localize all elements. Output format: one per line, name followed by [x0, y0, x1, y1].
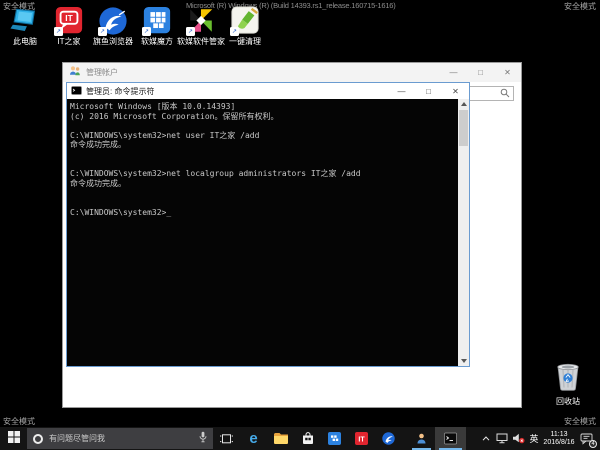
start-button[interactable]	[0, 427, 27, 450]
qiyu-browser-taskbar-button[interactable]	[375, 427, 402, 450]
search-placeholder-text: 有问题尽管问我	[49, 433, 199, 444]
console-titlebar[interactable]: 管理员: 命令提示符 — □ ✕	[67, 83, 469, 99]
desktop-icon-label: IT之家	[57, 37, 80, 46]
console-output-text: Microsoft Windows [版本 10.0.14393] (c) 20…	[70, 102, 456, 366]
ruanmei-manager-icon: ↗	[186, 6, 216, 36]
scroll-down-icon[interactable]	[458, 356, 469, 366]
desktop-icon-label: 旗鱼浏览器	[93, 37, 133, 46]
ruanmei-mofang-taskbar-button[interactable]	[321, 427, 348, 450]
shortcut-arrow-icon: ↗	[142, 27, 151, 36]
network-icon[interactable]	[493, 427, 510, 450]
console-scrollbar[interactable]	[458, 99, 469, 366]
safe-mode-label-bottom-left: 安全模式	[3, 416, 35, 427]
ithome-taskbar-button[interactable]: IT	[348, 427, 375, 450]
user-accounts-icon	[69, 64, 81, 82]
accounts-minimize-button[interactable]: —	[440, 63, 467, 82]
desktop-icon-label: 软媒软件管家	[177, 37, 225, 46]
cortana-icon	[33, 434, 43, 444]
store-button[interactable]	[294, 427, 321, 450]
command-prompt-taskbar-button[interactable]	[435, 427, 466, 450]
console-minimize-button[interactable]: —	[388, 83, 415, 99]
desktop-icon-ithome[interactable]: IT ↗ IT之家	[47, 6, 91, 46]
console-close-button[interactable]: ✕	[442, 83, 469, 99]
shortcut-arrow-icon: ↗	[230, 27, 239, 36]
desktop-icon-ruanmei-mofang[interactable]: ↗ 软媒魔方	[135, 6, 179, 46]
notification-count-badge: 4	[589, 440, 597, 448]
shortcut-arrow-icon: ↗	[54, 27, 63, 36]
edge-icon: e	[249, 431, 257, 446]
accounts-maximize-button[interactable]: □	[467, 63, 494, 82]
clock-date: 2016/8/16	[543, 439, 574, 447]
svg-text:IT: IT	[65, 13, 73, 23]
desktop-icon-ruanmei-manager[interactable]: ↗ 软媒软件管家	[179, 6, 223, 46]
accounts-window-taskbar-button[interactable]	[408, 427, 435, 450]
file-explorer-button[interactable]	[267, 427, 294, 450]
recycle-bin-icon	[555, 361, 581, 396]
console-output-area: Microsoft Windows [版本 10.0.14393] (c) 20…	[67, 99, 469, 366]
desktop-icon-this-pc[interactable]: 此电脑	[3, 6, 47, 46]
recycle-bin-label: 回收站	[556, 397, 580, 406]
desktop-icon-label: 一键清理	[229, 37, 261, 46]
ruanmei-mofang-icon: ↗	[142, 6, 172, 36]
desktop-icon-recycle-bin[interactable]: 回收站	[545, 361, 591, 406]
taskbar: 有问题尽管问我 e	[0, 427, 600, 450]
desktop-icon-qiyu-browser[interactable]: ↗ 旗鱼浏览器	[91, 6, 135, 46]
scroll-up-icon[interactable]	[458, 99, 469, 109]
safe-mode-label-top-right: 安全模式	[564, 1, 596, 12]
desktop-icon-row: 此电脑 IT ↗ IT之家 ↗	[3, 6, 267, 46]
edge-browser-button[interactable]: e	[240, 427, 267, 450]
desktop-icon-one-key-clean[interactable]: ↗ 一键清理	[223, 6, 267, 46]
cortana-search-box[interactable]: 有问题尽管问我	[27, 428, 213, 449]
tray-overflow-chevron[interactable]	[479, 427, 493, 450]
console-maximize-button[interactable]: □	[415, 83, 442, 99]
accounts-window-titlebar[interactable]: 管理帐户 — □ ✕	[63, 63, 521, 82]
desktop-icon-label: 此电脑	[13, 37, 37, 46]
taskbar-clock[interactable]: 11:13 2016/8/16	[541, 427, 577, 450]
system-tray: 英 11:13 2016/8/16 4	[479, 427, 600, 450]
this-pc-icon	[10, 6, 40, 36]
language-indicator[interactable]: 英	[527, 427, 541, 450]
windows-logo-icon	[8, 430, 20, 448]
clock-time: 11:13	[551, 431, 568, 439]
qiyu-browser-icon: ↗	[98, 6, 128, 36]
console-window-title: 管理员: 命令提示符	[86, 86, 388, 97]
desktop-icon-label: 软媒魔方	[141, 37, 173, 46]
window-command-prompt: 管理员: 命令提示符 — □ ✕ Microsoft Windows [版本 1…	[66, 82, 470, 367]
desktop: Microsoft (R) Windows (R) (Build 14393.r…	[0, 0, 600, 450]
shortcut-arrow-icon: ↗	[98, 27, 107, 36]
scrollbar-thumb[interactable]	[459, 110, 468, 146]
task-view-button[interactable]	[213, 427, 240, 450]
safe-mode-label-bottom-right: 安全模式	[564, 416, 596, 427]
accounts-window-title: 管理帐户	[86, 67, 440, 78]
ithome-icon: IT ↗	[54, 6, 84, 36]
microphone-icon[interactable]	[199, 430, 207, 448]
shortcut-arrow-icon: ↗	[186, 27, 195, 36]
one-key-clean-icon: ↗	[230, 6, 260, 36]
search-icon	[500, 85, 510, 103]
accounts-close-button[interactable]: ✕	[494, 63, 521, 82]
command-prompt-icon	[71, 82, 82, 100]
svg-text:IT: IT	[358, 436, 365, 443]
volume-muted-icon[interactable]	[510, 427, 527, 450]
action-center-button[interactable]: 4	[577, 427, 597, 450]
